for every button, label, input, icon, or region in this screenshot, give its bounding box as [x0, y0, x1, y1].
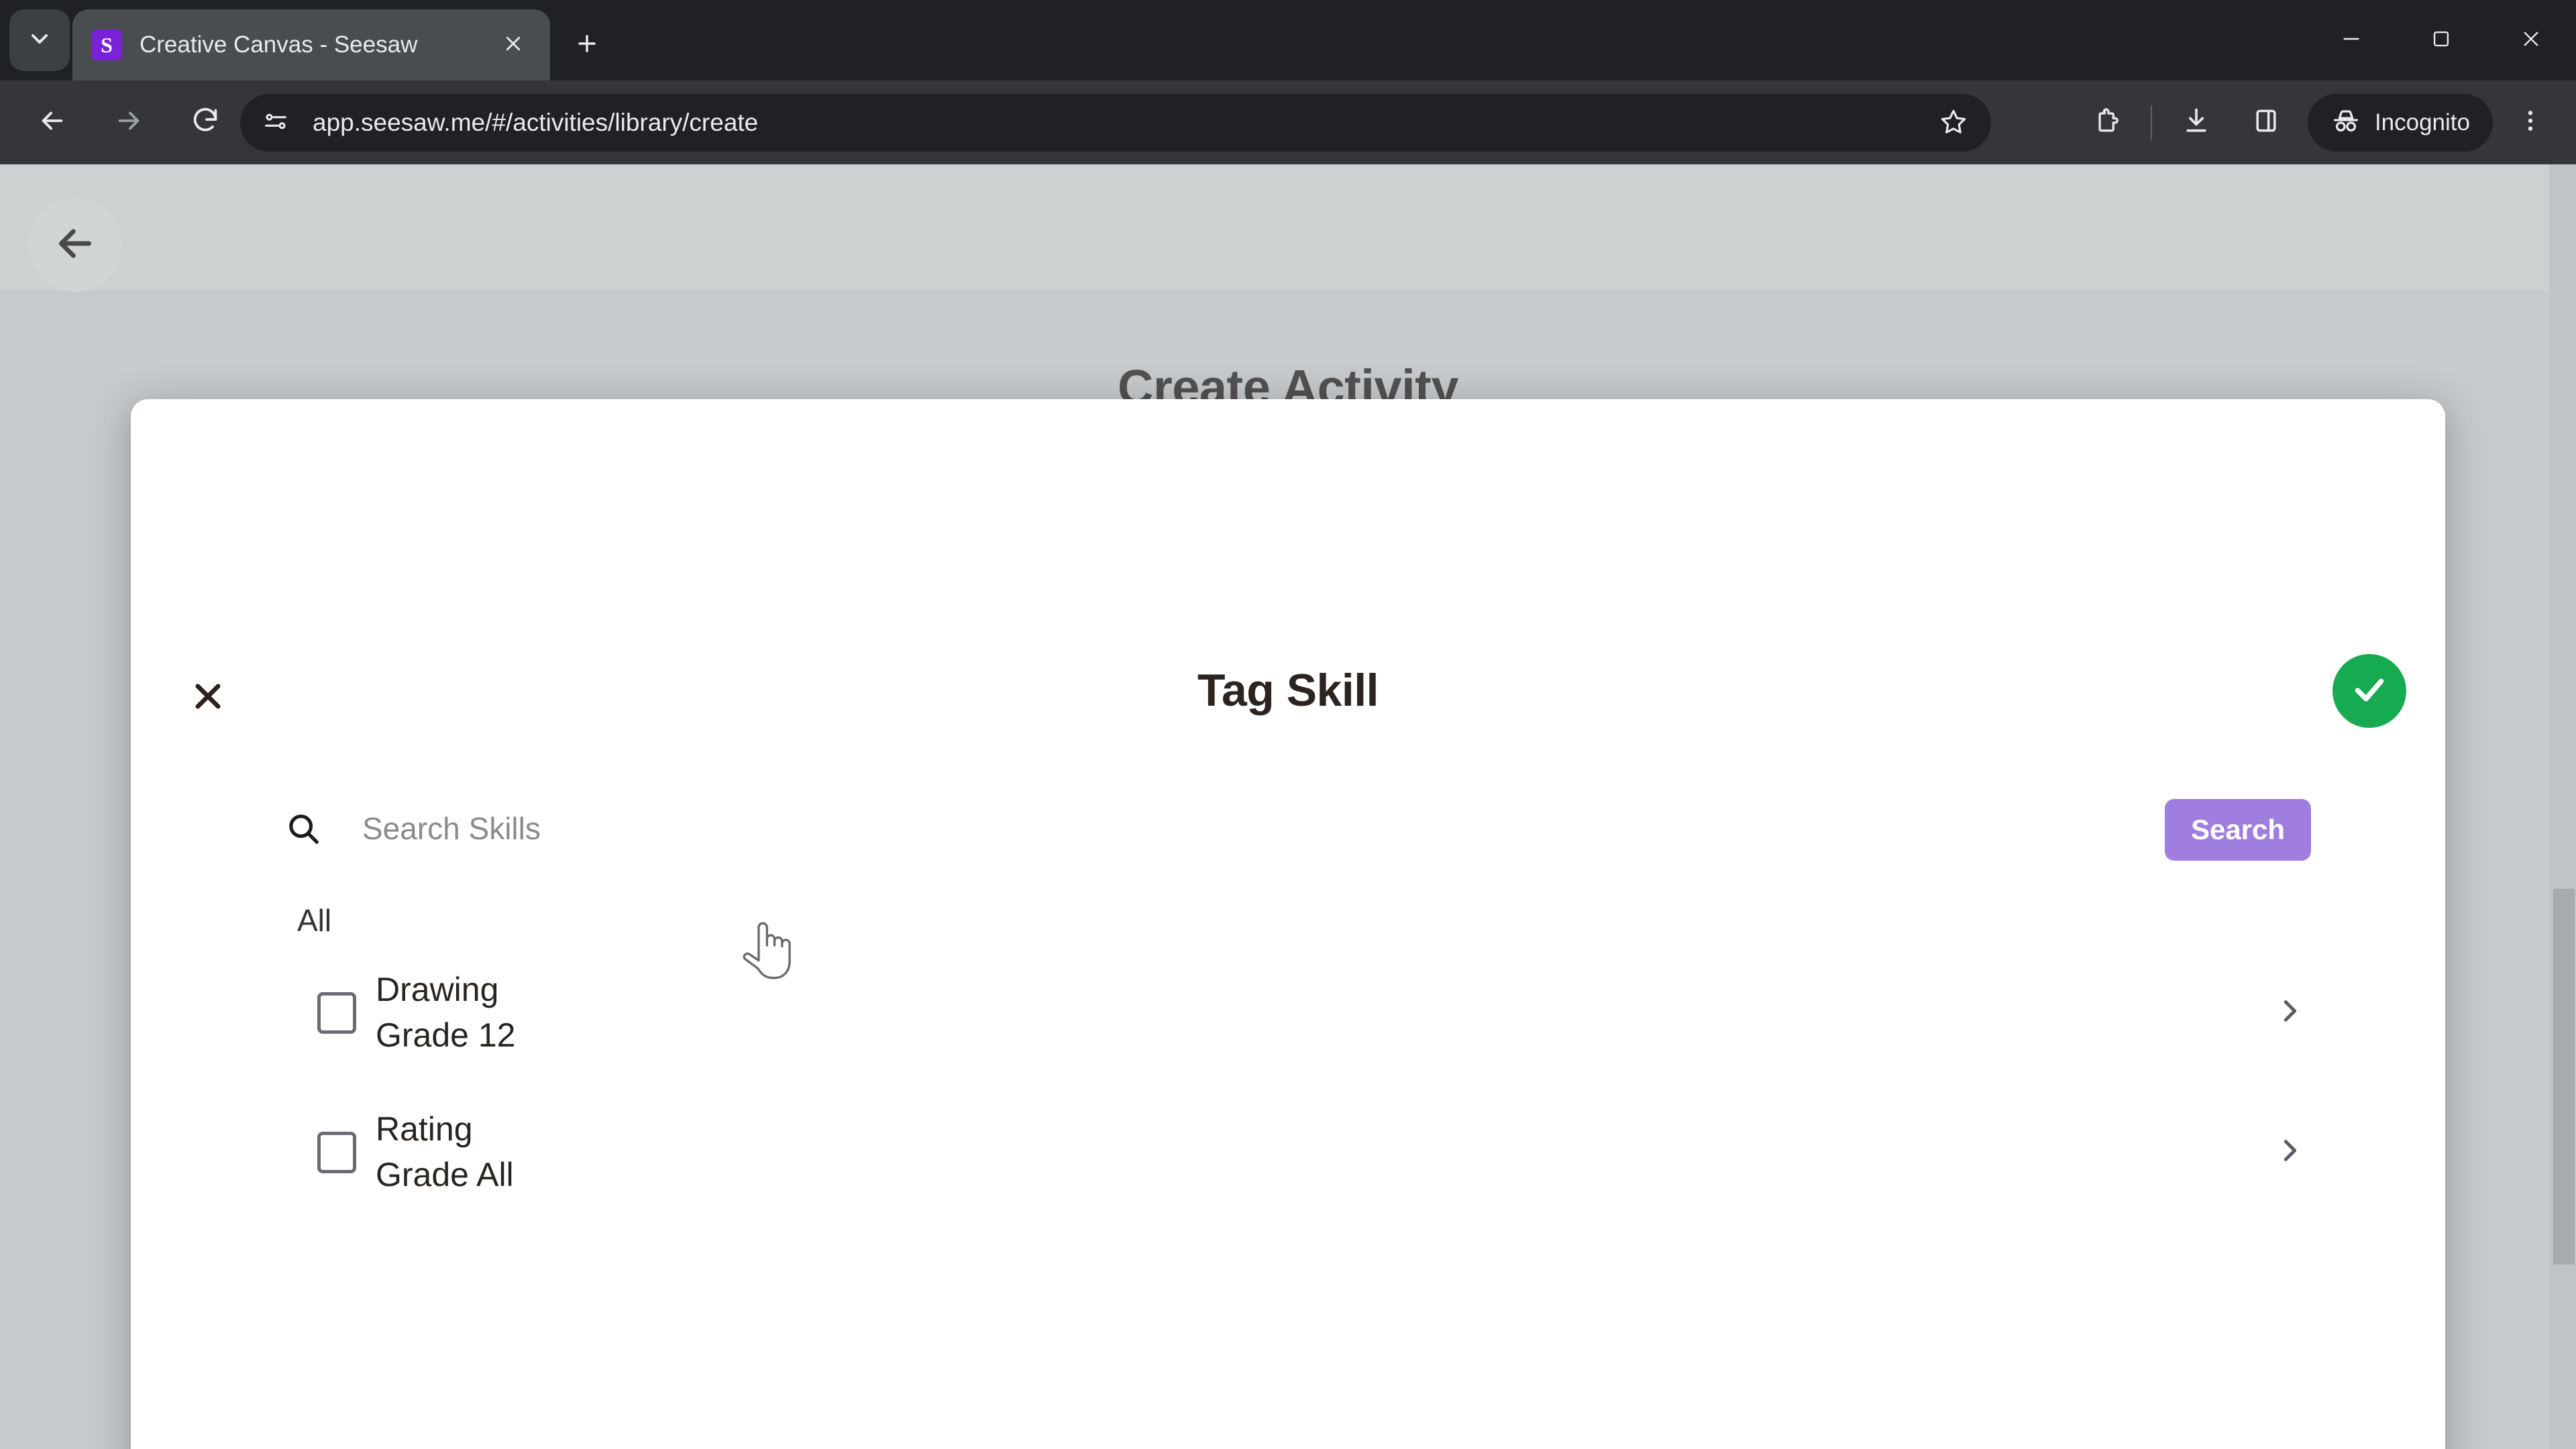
download-icon: [2182, 106, 2211, 139]
skill-text: Drawing Grade 12: [376, 967, 515, 1058]
chevron-right-icon: [2274, 996, 2305, 1030]
skill-text: Rating Grade All: [376, 1106, 514, 1197]
star-icon: [1939, 107, 1968, 139]
modal-confirm-button[interactable]: [2332, 654, 2406, 728]
skill-name: Drawing: [376, 971, 499, 1008]
tab-search-button[interactable]: [9, 9, 70, 71]
tab-strip: S Creative Canvas - Seesaw: [0, 0, 2576, 80]
site-settings-button[interactable]: [254, 101, 298, 145]
back-button[interactable]: [20, 91, 85, 155]
toolbar-divider: [2150, 105, 2152, 140]
tab-title: Creative Canvas - Seesaw: [140, 32, 418, 58]
skill-name: Rating: [376, 1110, 473, 1148]
skill-list-item[interactable]: Rating Grade All: [131, 1082, 2445, 1222]
chevron-right-icon: [2274, 1135, 2305, 1169]
skill-list-item[interactable]: Drawing Grade 12: [131, 943, 2445, 1082]
browser-menu-button[interactable]: [2500, 92, 2561, 154]
plus-icon: [574, 31, 600, 60]
search-input[interactable]: [362, 798, 2174, 859]
reload-icon: [190, 105, 221, 140]
close-icon: [503, 34, 523, 57]
incognito-icon: [2330, 105, 2361, 140]
three-dot-menu-icon: [2517, 107, 2544, 138]
skill-checkbox[interactable]: [317, 1132, 356, 1173]
skill-grade: Grade 12: [376, 1016, 516, 1054]
side-panel-icon: [2251, 106, 2281, 139]
search-icon: [282, 807, 325, 850]
skill-search-row: Search: [131, 782, 2445, 875]
minimize-icon: [2340, 28, 2363, 54]
toolbar-right-actions: Incognito: [2072, 80, 2576, 164]
extensions-button[interactable]: [2076, 92, 2137, 154]
seesaw-favicon: S: [91, 30, 122, 60]
arrow-right-icon: [113, 105, 144, 140]
window-close-button[interactable]: [2486, 0, 2576, 80]
search-button[interactable]: Search: [2165, 799, 2311, 861]
chevron-down-icon: [26, 25, 53, 56]
incognito-label: Incognito: [2374, 109, 2470, 136]
skill-detail-button[interactable]: [2268, 991, 2311, 1034]
maximize-icon: [2430, 28, 2453, 54]
tab-close-button[interactable]: [495, 27, 531, 63]
web-page: Create Activity Save Tag Skill: [0, 164, 2576, 1449]
tag-skill-modal: Tag Skill Search All: [131, 399, 2445, 1449]
check-icon: [2349, 669, 2390, 713]
window-maximize-button[interactable]: [2396, 0, 2486, 80]
skill-section-label: All: [297, 903, 332, 938]
skill-list: Drawing Grade 12 Rating Grade All: [131, 943, 2445, 1222]
forward-button[interactable]: [97, 91, 161, 155]
close-icon: [2520, 28, 2542, 54]
puzzle-icon: [2092, 106, 2121, 139]
address-bar[interactable]: app.seesaw.me/#/activities/library/creat…: [240, 94, 1991, 152]
arrow-left-icon: [37, 105, 68, 140]
window-minimize-button[interactable]: [2306, 0, 2396, 80]
browser-window: S Creative Canvas - Seesaw app.seesaw.me…: [0, 0, 2576, 1449]
side-panel-button[interactable]: [2235, 92, 2297, 154]
reload-button[interactable]: [173, 91, 237, 155]
browser-tab[interactable]: S Creative Canvas - Seesaw: [72, 9, 550, 80]
modal-title: Tag Skill: [1197, 665, 1379, 716]
window-controls: [2306, 0, 2576, 80]
incognito-indicator[interactable]: Incognito: [2307, 93, 2493, 152]
skill-detail-button[interactable]: [2268, 1130, 2311, 1173]
skill-checkbox[interactable]: [317, 992, 356, 1034]
url-text: app.seesaw.me/#/activities/library/creat…: [313, 109, 759, 136]
skill-grade: Grade All: [376, 1156, 514, 1193]
pointer-hand-cursor: [738, 917, 798, 984]
downloads-button[interactable]: [2165, 92, 2227, 154]
new-tab-button[interactable]: [564, 21, 610, 68]
tune-icon: [263, 109, 288, 138]
bookmark-button[interactable]: [1932, 101, 1975, 144]
